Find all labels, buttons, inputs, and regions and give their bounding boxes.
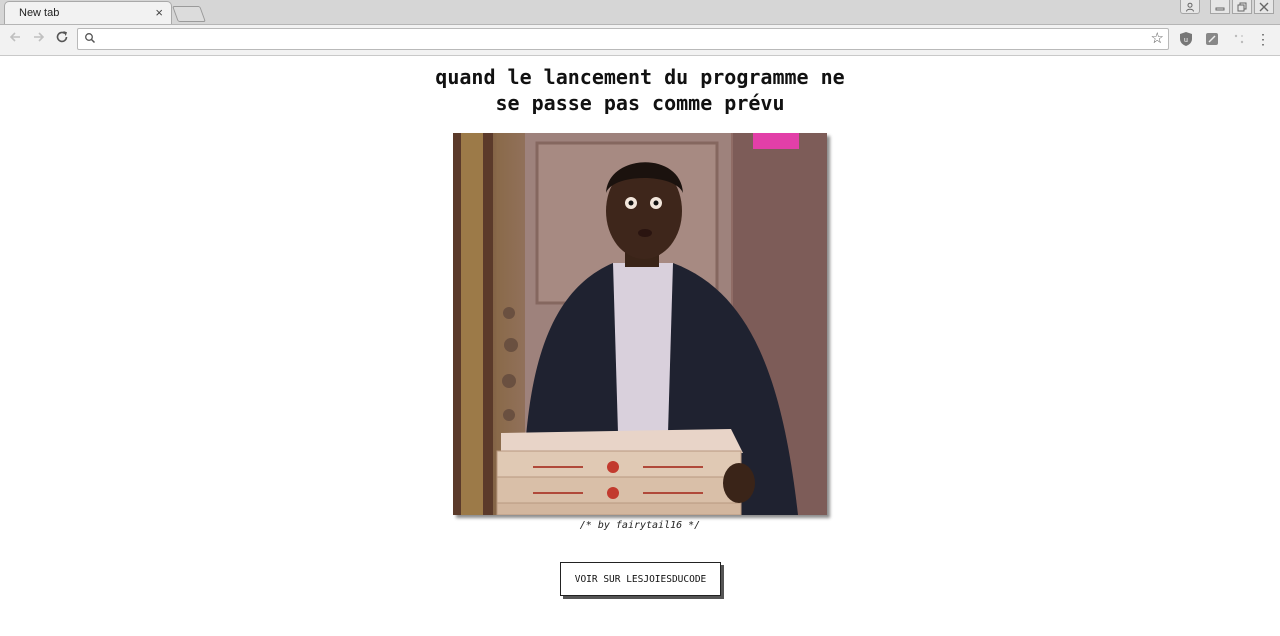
new-tab-button[interactable] bbox=[172, 6, 206, 22]
star-icon[interactable]: ☆ bbox=[1151, 29, 1164, 47]
view-on-site-button[interactable]: VOIR SUR LESJOIESDUCODE bbox=[560, 562, 721, 596]
headline-line-2: se passe pas comme prévu bbox=[495, 91, 785, 115]
page-title: quand le lancement du programme ne se pa… bbox=[390, 64, 890, 116]
arrow-left-icon[interactable] bbox=[6, 30, 24, 48]
kebab-menu-icon[interactable]: ⋮ bbox=[1256, 30, 1270, 48]
address-bar[interactable]: ☆ bbox=[77, 28, 1169, 50]
browser-toolbar: ☆ u ⋮ bbox=[0, 25, 1280, 56]
reload-icon[interactable] bbox=[53, 30, 71, 48]
arrow-right-icon[interactable] bbox=[30, 30, 48, 48]
window-controls bbox=[1180, 0, 1274, 16]
headline-line-1: quand le lancement du programme ne bbox=[435, 65, 845, 89]
address-input[interactable] bbox=[102, 31, 1146, 49]
page-content: quand le lancement du programme ne se pa… bbox=[0, 56, 1280, 636]
browser-tab[interactable]: New tab × bbox=[4, 1, 172, 24]
close-tab-icon[interactable]: × bbox=[155, 5, 163, 20]
meme-gif bbox=[453, 133, 827, 515]
tab-strip: New tab × bbox=[0, 0, 1280, 25]
tab-title: New tab bbox=[19, 7, 60, 19]
extension-icon[interactable] bbox=[1204, 31, 1220, 47]
shield-extension-icon[interactable]: u bbox=[1178, 31, 1194, 47]
meme-gif-image bbox=[453, 133, 827, 515]
search-icon bbox=[85, 33, 96, 44]
svg-text:u: u bbox=[1184, 37, 1188, 44]
extension-icon-faded[interactable] bbox=[1231, 31, 1247, 47]
minimize-window-icon[interactable] bbox=[1210, 0, 1230, 14]
close-window-icon[interactable] bbox=[1254, 0, 1274, 14]
profile-icon[interactable] bbox=[1180, 0, 1200, 14]
restore-window-icon[interactable] bbox=[1232, 0, 1252, 14]
author-credit: /* by fairytail16 */ bbox=[579, 520, 701, 531]
